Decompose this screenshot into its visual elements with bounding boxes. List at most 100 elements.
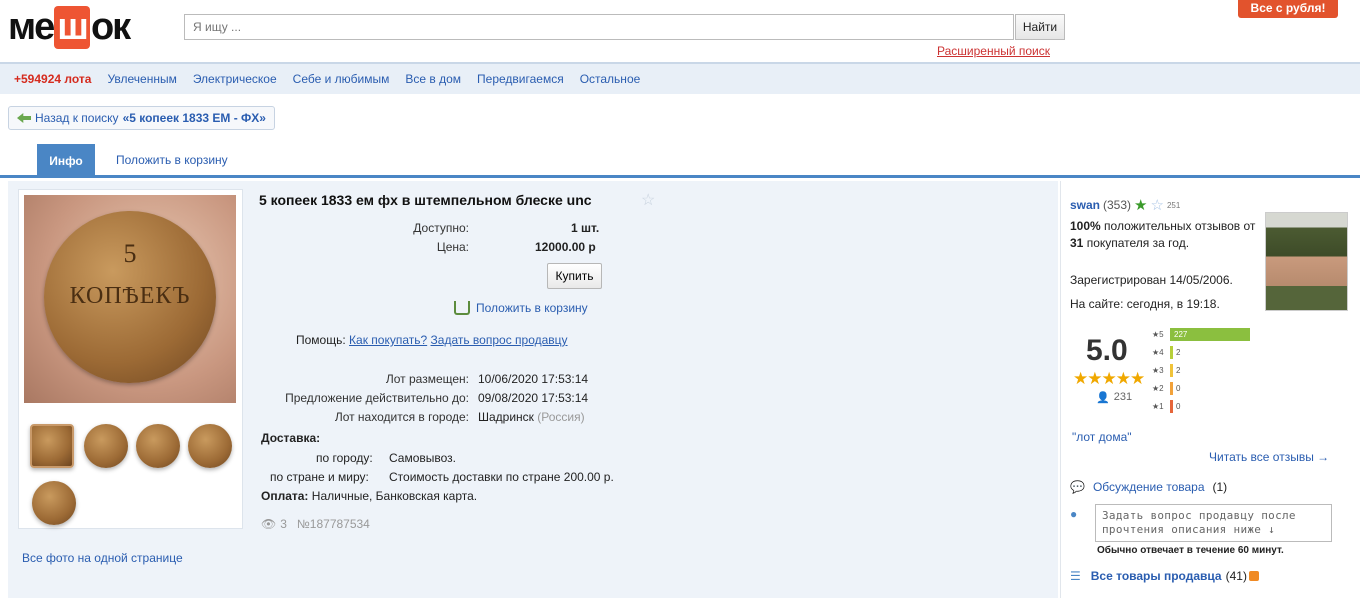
review-count-row: 👤 231	[1096, 391, 1132, 404]
city-country: (Россия)	[537, 410, 585, 424]
rating-row-4: ★4 2	[1152, 345, 1180, 359]
positive-text-3: покупателя за	[1086, 236, 1165, 250]
nav-item-hobby[interactable]: Увлеченным	[107, 72, 176, 86]
nav-item-home[interactable]: Все в дом	[405, 72, 461, 86]
coin-image: 5 КОПѢЕКЪ	[44, 211, 216, 383]
rss-icon[interactable]	[1248, 571, 1259, 581]
back-query: «5 копеек 1833 ЕМ - ФХ»	[122, 111, 266, 125]
delivery-world-label: по стране и миру:	[270, 470, 369, 484]
thumbnail-2[interactable]	[84, 424, 128, 468]
home-lot-link[interactable]: "лот дома"	[1072, 430, 1132, 444]
user-icon: 👤	[1096, 392, 1110, 404]
lot-title: 5 копеек 1833 ем фх в штемпельном блеске…	[259, 192, 592, 208]
ask-seller-link[interactable]: Задать вопрос продавцу	[431, 333, 568, 347]
positive-text-1: положительных	[1104, 219, 1192, 233]
registered-date: Зарегистрирован 14/05/2006.	[1070, 273, 1233, 287]
price-value: 12000.00 р	[535, 240, 596, 254]
seller-avatar[interactable]	[1265, 212, 1348, 311]
review-count: 231	[1113, 391, 1133, 403]
rating-row-bar	[1170, 345, 1173, 359]
rating-row-bar	[1170, 381, 1173, 395]
promo-badge[interactable]: Все с рубля!	[1238, 0, 1338, 18]
rating-row-5: ★5 227	[1152, 327, 1250, 341]
all-goods-link[interactable]: Все товары продавца	[1091, 569, 1222, 583]
seller-feedback: 100% положительных отзывов от 31 покупат…	[1070, 218, 1260, 252]
discussion-link[interactable]: Обсуждение товара	[1093, 480, 1205, 494]
logo-part-1: ме	[8, 5, 55, 48]
help-label: Помощь:	[296, 333, 346, 347]
thumbnail-1[interactable]	[30, 424, 74, 468]
nav-item-other[interactable]: Остальное	[580, 72, 641, 86]
rating-row-count: 2	[1176, 365, 1181, 375]
buy-button[interactable]: Купить	[547, 263, 602, 289]
payment-label: Оплата:	[261, 489, 309, 503]
thumbnail-3[interactable]	[136, 424, 180, 468]
add-to-cart-label: Положить в корзину	[476, 301, 588, 315]
delivery-city-value: Самовывоз.	[389, 451, 457, 465]
rating-row-stars: ★5	[1152, 329, 1164, 339]
logo-highlight: ш	[54, 5, 90, 49]
how-to-buy-link[interactable]: Как покупать?	[349, 333, 427, 347]
question-textarea[interactable]: Задать вопрос продавцу после прочтения о…	[1095, 504, 1332, 542]
lot-number: №187787534	[296, 517, 370, 531]
site-logo[interactable]: ме ш ок	[8, 4, 131, 50]
back-arrow-icon	[17, 113, 31, 123]
all-goods-row[interactable]: ☰ Все товары продавца (41)	[1070, 569, 1259, 583]
all-goods-count: (41)	[1225, 569, 1247, 583]
rating-breakdown: ★5 227 ★4 2 ★3 2 ★2 0 ★1 0	[1152, 327, 1262, 417]
green-star-icon: ★	[1134, 197, 1148, 214]
rating-row-3: ★3 2	[1152, 363, 1180, 377]
thumbnail-4[interactable]	[188, 424, 232, 468]
positive-text-4: год.	[1168, 236, 1190, 250]
delivery-world-value: Стоимость доставки по стране 200.00 р.	[389, 470, 614, 484]
favorite-star-icon[interactable]: ☆	[641, 190, 655, 210]
discussion-count: (1)	[1212, 480, 1228, 494]
main-photo[interactable]: 5 КОПѢЕКЪ	[24, 195, 236, 403]
back-label: Назад к поиску	[35, 111, 119, 125]
tab-info[interactable]: Инфо	[37, 144, 95, 178]
lot-meta: 👁 3 №187787534	[261, 517, 370, 531]
positive-percent: 100%	[1070, 219, 1101, 233]
available-label: Доступно:	[413, 221, 469, 235]
coin-denomination: 5	[123, 239, 137, 268]
thumbnail-5[interactable]	[32, 481, 76, 525]
price-label: Цена:	[436, 240, 469, 254]
online-status: На сайте: сегодня, в 19:18.	[1070, 297, 1220, 311]
rating-row-count: 2	[1176, 347, 1181, 357]
list-icon: ☰	[1070, 569, 1081, 583]
payment-value: Наличные, Банковская карта.	[311, 489, 478, 503]
speech-bubble-icon: 💬	[1070, 480, 1085, 494]
rating-row-count: 227	[1174, 329, 1188, 339]
city-row: Шадринск (Россия)	[478, 410, 585, 424]
placed-value: 10/06/2020 17:53:14	[478, 372, 589, 386]
add-to-cart-link[interactable]: Положить в корзину	[454, 301, 588, 315]
nav-item-transport[interactable]: Передвигаемся	[477, 72, 564, 86]
search-input[interactable]	[184, 14, 1014, 40]
help-row: Помощь: Как покупать? Задать вопрос прод…	[296, 333, 568, 347]
seller-name-link[interactable]: swan	[1070, 198, 1100, 212]
logo-part-2: ок	[90, 5, 131, 48]
rating-row-bar	[1170, 363, 1173, 377]
all-photos-link[interactable]: Все фото на одной странице	[22, 551, 183, 565]
small-star-count: 251	[1166, 200, 1181, 210]
discussion-row[interactable]: 💬 Обсуждение товара (1)	[1070, 480, 1227, 494]
nav-item-electric[interactable]: Электрическое	[193, 72, 277, 86]
rating-row-count: 0	[1176, 383, 1181, 393]
question-icon: ●	[1070, 507, 1078, 521]
lots-count-link[interactable]: +594924 лота	[14, 72, 91, 86]
tab-add-to-cart[interactable]: Положить в корзину	[116, 153, 228, 167]
delivery-label: Доставка:	[261, 431, 321, 445]
back-to-search-button[interactable]: Назад к поиску «5 копеек 1833 ЕМ - ФХ»	[8, 106, 275, 130]
search-button[interactable]: Найти	[1015, 14, 1065, 40]
payment-row: Оплата: Наличные, Банковская карта.	[261, 489, 477, 503]
seller-rating-count: (353)	[1103, 198, 1132, 212]
read-all-reviews-link[interactable]: Читать все отзывы →	[1209, 450, 1329, 464]
advanced-search-link[interactable]: Расширенный поиск	[937, 44, 1050, 58]
nav-item-beloved[interactable]: Себе и любимым	[293, 72, 390, 86]
reply-time: Обычно отвечает в течение 60 минут.	[1097, 545, 1284, 556]
city-label: Лот находится в городе:	[334, 410, 469, 424]
rating-row-1: ★1 0	[1152, 399, 1180, 413]
placed-label: Лот размещен:	[385, 372, 469, 386]
delivery-city-label: по городу:	[316, 451, 373, 465]
seller-score: 5.0	[1086, 334, 1128, 367]
